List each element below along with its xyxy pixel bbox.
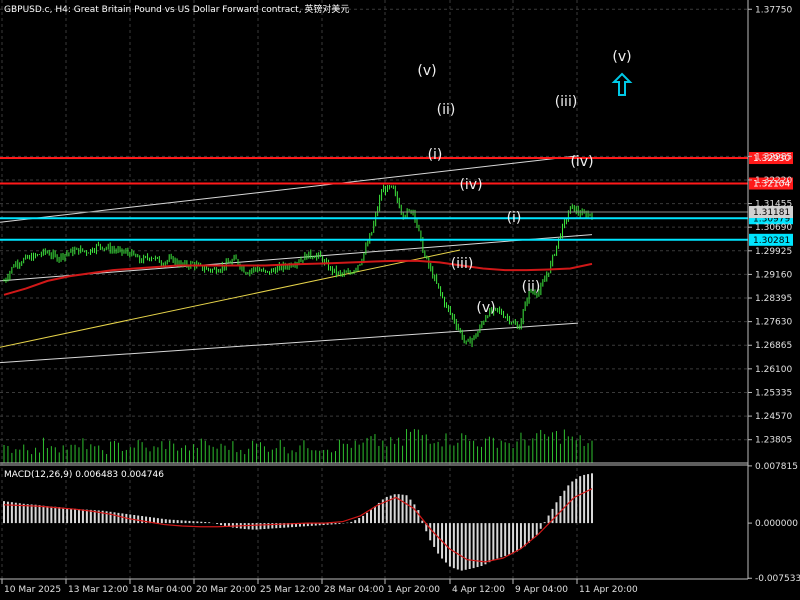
price-tick-label: 1.26865: [755, 341, 792, 351]
time-tick-label: 13 Mar 12:00: [68, 585, 128, 595]
wave-label: (i): [507, 210, 522, 226]
chart-background: [0, 0, 800, 600]
wave-label: (iii): [555, 94, 578, 110]
price-tick-label: 1.37750: [755, 5, 792, 15]
chart-title: GBPUSD.c, H4: Great Britain Pound vs US …: [4, 3, 349, 15]
price-tick-label: 1.32220: [755, 176, 792, 186]
price-tick-label: 1.28395: [755, 294, 792, 304]
time-tick-label: 11 Apr 20:00: [579, 585, 638, 595]
wave-label: (v): [417, 63, 436, 79]
time-tick-label: 10 Mar 2025: [4, 585, 61, 595]
wave-label: (iv): [459, 177, 482, 193]
price-tick-label: 1.32985: [755, 152, 792, 162]
wave-label: (ii): [437, 102, 456, 118]
wave-label: (ii): [522, 279, 541, 295]
price-tick-label: 1.29925: [755, 247, 792, 257]
price-tick-label: 1.23805: [755, 436, 792, 446]
wave-label: (v): [476, 300, 495, 316]
macd-tick-label: 0.007815: [755, 462, 798, 472]
macd-tick-label: -0.007533: [755, 574, 800, 584]
wave-label: (i): [428, 147, 443, 163]
time-tick-label: 18 Mar 04:00: [132, 585, 192, 595]
level-tag-label: 1.30281: [753, 236, 790, 246]
time-tick-label: 4 Apr 12:00: [452, 585, 505, 595]
time-tick-label: 9 Apr 04:00: [515, 585, 568, 595]
price-chart[interactable]: 1.329301.321041.309791.302811.31181 (v)(…: [0, 0, 800, 600]
macd-title: MACD(12,26,9) 0.006483 0.004746: [4, 470, 164, 480]
price-tick-label: 1.31455: [755, 200, 792, 210]
price-tick-label: 1.25335: [755, 388, 792, 398]
wave-label: (v): [612, 49, 631, 65]
time-tick-label: 25 Mar 12:00: [260, 585, 320, 595]
price-tick-label: 1.30690: [755, 223, 792, 233]
wave-label: (iii): [451, 256, 474, 272]
time-tick-label: 20 Mar 20:00: [196, 585, 256, 595]
wave-label: (iv): [570, 154, 593, 170]
price-tick-label: 1.26100: [755, 365, 792, 375]
price-tick-label: 1.29160: [755, 270, 792, 280]
time-tick-label: 28 Mar 04:00: [324, 585, 384, 595]
price-tick-label: 1.27630: [755, 318, 792, 328]
time-tick-label: 1 Apr 20:00: [387, 585, 440, 595]
macd-tick-label: 0.000000: [755, 519, 798, 529]
price-tick-label: 1.24570: [755, 412, 792, 422]
